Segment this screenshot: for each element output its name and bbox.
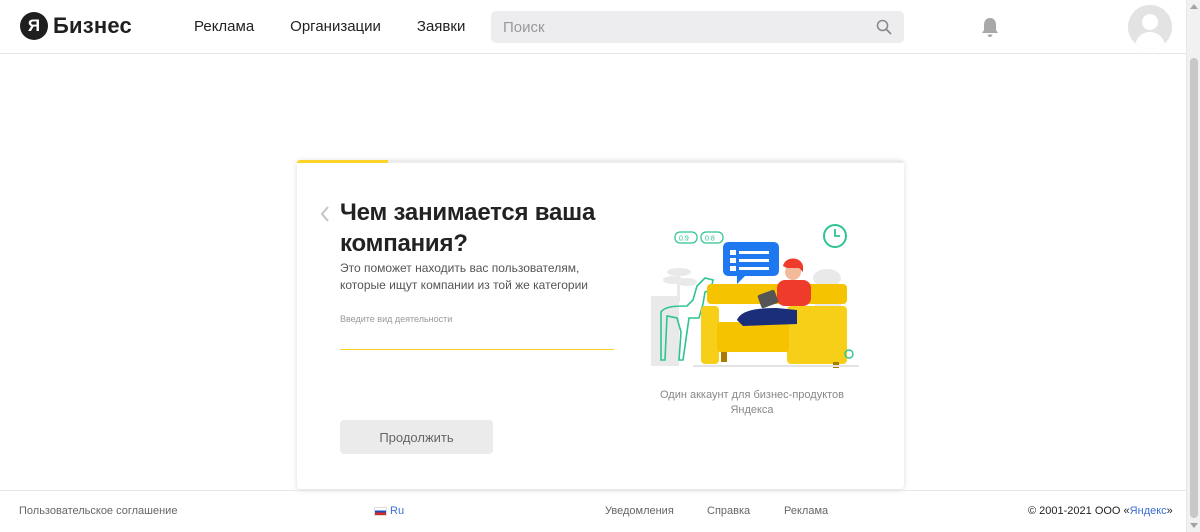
scroll-thumb[interactable] — [1190, 58, 1198, 518]
activity-input[interactable] — [340, 326, 614, 350]
onboarding-card: Чем занимается ваша компания? Это поможе… — [297, 160, 904, 489]
page-scrollbar[interactable] — [1186, 0, 1200, 532]
progress-fill — [297, 160, 389, 163]
language-switcher[interactable]: Ru — [374, 505, 404, 517]
user-avatar[interactable] — [1128, 5, 1172, 49]
step-title: Чем занимается ваша компания? — [340, 199, 596, 257]
sofa-illustration: 0.9 0.8 — [651, 224, 859, 368]
rating-badge-2: 0.8 — [705, 236, 715, 243]
nav-requests[interactable]: Заявки — [417, 17, 465, 37]
progress-bar — [297, 160, 904, 163]
main-nav: Реклама Организации Заявки — [194, 17, 501, 37]
copyright-suffix: » — [1166, 505, 1173, 517]
scroll-down-arrow-icon[interactable] — [1190, 523, 1198, 528]
search-box — [491, 11, 904, 43]
continue-button[interactable]: Продолжить — [340, 420, 493, 454]
footer-notifications[interactable]: Уведомления — [605, 505, 674, 517]
user-silhouette-icon — [1128, 5, 1172, 49]
activity-field-label: Введите вид деятельности — [340, 314, 453, 324]
search-input[interactable] — [491, 11, 861, 43]
yandex-logo-icon: Я — [20, 12, 48, 40]
bell-icon[interactable] — [980, 16, 1000, 38]
nav-ads[interactable]: Реклама — [194, 17, 254, 37]
rating-badge-1: 0.9 — [679, 236, 689, 243]
logo-text: Бизнес — [53, 13, 132, 38]
illustration-caption: Один аккаунт для бизнес-продуктов Яндекс… — [659, 389, 845, 416]
nav-organizations[interactable]: Организации — [290, 17, 381, 37]
footer-user-agreement[interactable]: Пользовательское соглашение — [19, 505, 177, 517]
page-footer: Пользовательское соглашение Ru Уведомлен… — [0, 490, 1186, 532]
footer-ads[interactable]: Реклама — [784, 505, 828, 517]
scroll-up-arrow-icon[interactable] — [1190, 4, 1198, 9]
footer-yandex-link[interactable]: Яндекс — [1130, 505, 1167, 517]
language-label[interactable]: Ru — [390, 505, 404, 517]
top-header: Я Бизнес Реклама Организации Заявки — [0, 0, 1186, 54]
russia-flag-icon — [374, 506, 387, 516]
yandex-business-logo[interactable]: Я Бизнес — [20, 12, 132, 40]
footer-help[interactable]: Справка — [707, 505, 750, 517]
step-subtitle: Это поможет находить вас пользователям, … — [340, 261, 588, 292]
footer-copyright: © 2001-2021 ООО «Яндекс» — [1028, 505, 1173, 517]
back-arrow-icon[interactable] — [319, 204, 331, 224]
copyright-prefix: © 2001-2021 ООО « — [1028, 505, 1130, 517]
search-icon[interactable] — [876, 19, 892, 35]
